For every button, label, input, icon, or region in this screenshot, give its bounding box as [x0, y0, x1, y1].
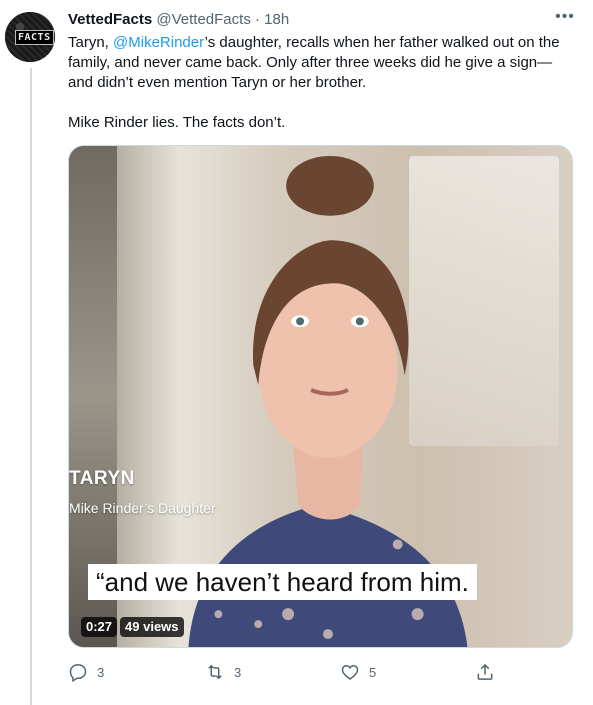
video-caption: “and we haven’t heard from him.	[88, 564, 477, 600]
mention-link[interactable]: @MikeRinder	[113, 34, 205, 51]
avatar-logo-text: FACTS	[15, 30, 54, 45]
reply-count: 3	[97, 664, 105, 680]
tweet-timestamp[interactable]: 18h	[264, 11, 289, 28]
like-count: 5	[369, 664, 377, 680]
heart-icon	[341, 664, 359, 681]
tweet-text-part1: Taryn,	[68, 34, 114, 51]
retweet-button[interactable]: 3	[205, 660, 241, 684]
share-icon	[477, 663, 493, 680]
lower-third-name: TARYN	[69, 468, 135, 489]
video-player[interactable]: TARYN Mike Rinder’s Daughter “and we hav…	[68, 145, 573, 648]
header-separator: ·	[255, 11, 260, 28]
retweet-count: 3	[234, 664, 242, 680]
tweet-text: Taryn, @MikeRinder’s daughter, recalls w…	[68, 33, 573, 133]
tweet-header: VettedFacts @VettedFacts · 18h	[68, 10, 289, 30]
share-button[interactable]	[475, 660, 495, 684]
more-horizontal-icon[interactable]: •••	[554, 9, 576, 29]
author-handle[interactable]: @VettedFacts	[156, 11, 250, 28]
tweet-text-closing: Mike Rinder lies. The facts don’t.	[68, 114, 286, 131]
video-badges: 0:27 49 views	[81, 617, 187, 637]
reply-button[interactable]: 3	[68, 660, 104, 684]
like-button[interactable]: 5	[340, 660, 376, 684]
video-duration: 0:27	[81, 617, 118, 637]
author-name[interactable]: VettedFacts	[68, 11, 152, 28]
author-avatar[interactable]: FACTS	[5, 12, 55, 62]
thread-line	[30, 68, 32, 705]
reply-icon	[69, 664, 87, 682]
tweet-actions: 3 3 5	[68, 660, 498, 684]
lower-third-role: Mike Rinder’s Daughter	[69, 500, 216, 516]
retweet-icon	[208, 664, 222, 680]
video-views: 49 views	[120, 617, 184, 637]
